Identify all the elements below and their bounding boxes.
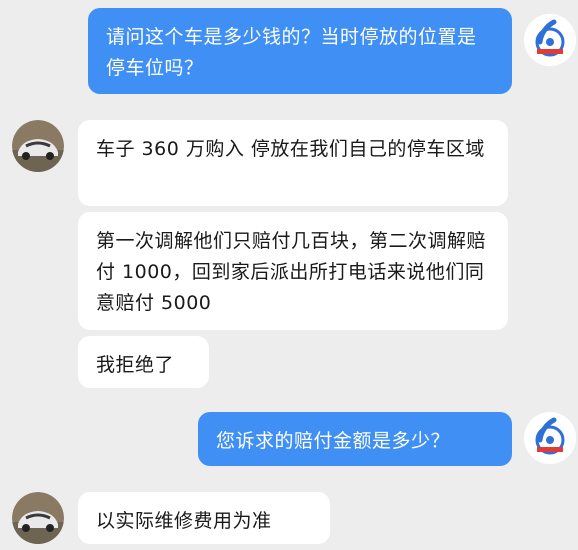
message-text: 您诉求的赔付金额是多少？: [216, 430, 451, 452]
message-bubble-outgoing[interactable]: 您诉求的赔付金额是多少？: [198, 412, 512, 466]
media-logo-icon: [524, 412, 576, 464]
message-text: 第一次调解他们只赔付几百块，第二次调解赔付 1000，回到家后派出所打电话来说他…: [96, 230, 487, 314]
user-avatar[interactable]: [12, 492, 64, 544]
media-logo-icon: [524, 14, 576, 66]
message-bubble-incoming[interactable]: 第一次调解他们只赔付几百块，第二次调解赔付 1000，回到家后派出所打电话来说他…: [78, 212, 508, 330]
message-text: 车子 360 万购入 停放在我们自己的停车区域: [96, 138, 485, 160]
message-bubble-incoming[interactable]: 车子 360 万购入 停放在我们自己的停车区域: [78, 120, 508, 206]
message-text: 我拒绝了: [96, 354, 175, 376]
agent-avatar[interactable]: [524, 412, 576, 464]
chat-thread: 请问这个车是多少钱的？当时停放的位置是停车位吗？ 车子 360 万购入 停放在我…: [0, 0, 578, 550]
agent-avatar[interactable]: [524, 14, 576, 66]
message-text: 以实际维修费用为准: [96, 510, 272, 532]
user-avatar[interactable]: [12, 120, 64, 172]
message-bubble-incoming[interactable]: 以实际维修费用为准: [78, 492, 330, 544]
message-bubble-incoming[interactable]: 我拒绝了: [78, 336, 209, 388]
car-photo-icon: [12, 120, 64, 172]
message-text: 请问这个车是多少钱的？当时停放的位置是停车位吗？: [106, 26, 477, 79]
car-photo-icon: [12, 492, 64, 544]
message-bubble-outgoing[interactable]: 请问这个车是多少钱的？当时停放的位置是停车位吗？: [88, 8, 512, 94]
